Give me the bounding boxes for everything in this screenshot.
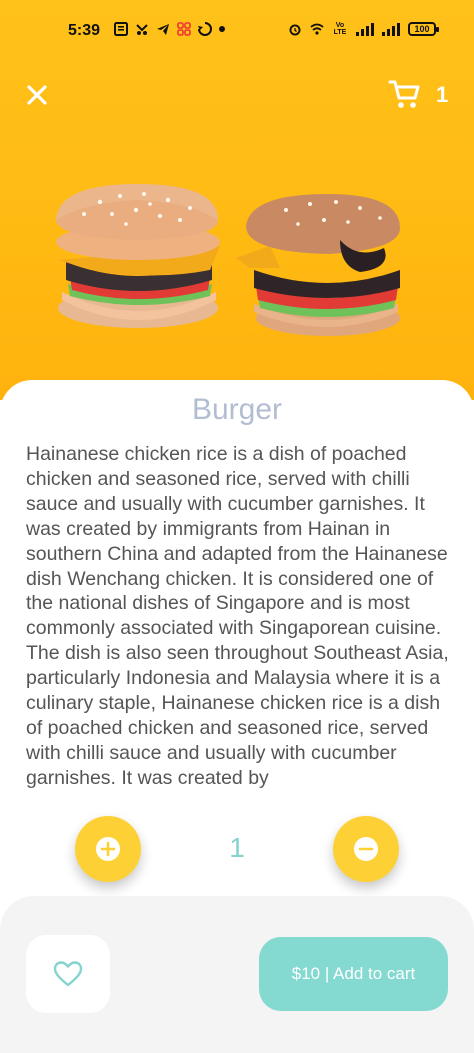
right-burger [236,194,400,336]
alarm-icon [289,24,301,36]
burgers-illustration [56,184,400,336]
battery-level: 100 [414,24,430,34]
signal-icon-2 [382,22,400,36]
volte-icon: Vo LTE [333,22,347,36]
wifi-icon [310,23,324,35]
description-scroll-area[interactable]: Hainanese chicken rice is a dish of poac… [26,442,450,802]
status-notification-icons [114,22,225,36]
favorite-button[interactable] [26,935,110,1013]
plus-icon [96,837,120,861]
cart-button[interactable] [388,78,422,110]
close-button[interactable] [22,80,52,110]
product-description: Hainanese chicken rice is a dish of poac… [26,443,449,789]
heart-icon [53,961,83,987]
description-fade [26,786,450,802]
product-title: Burger [191,393,283,426]
signal-icon [356,22,374,36]
cart-icon [388,80,420,108]
left-burger [56,184,220,328]
cart-count-badge: 1 [436,82,449,107]
add-to-cart-button[interactable]: $10 | Add to cart [259,937,448,1011]
status-bar: 5:39 Vo LTE 100 [0,0,474,62]
quantity-value: 1 [229,832,245,863]
mower-icon [136,24,148,35]
dot-icon [219,26,225,32]
minus-icon [354,837,378,861]
decrease-quantity-button[interactable] [333,816,399,882]
telegram-icon [157,24,169,35]
increase-quantity-button[interactable] [75,816,141,882]
close-icon [27,85,47,105]
battery-icon: 100 [408,22,439,36]
status-time: 5:39 [68,22,101,39]
status-system-icons: Vo LTE 100 [288,22,439,36]
notes-icon [114,22,128,36]
app-icon [177,22,191,36]
sync-icon [198,22,212,36]
add-to-cart-label: $10 | Add to cart [291,964,416,983]
